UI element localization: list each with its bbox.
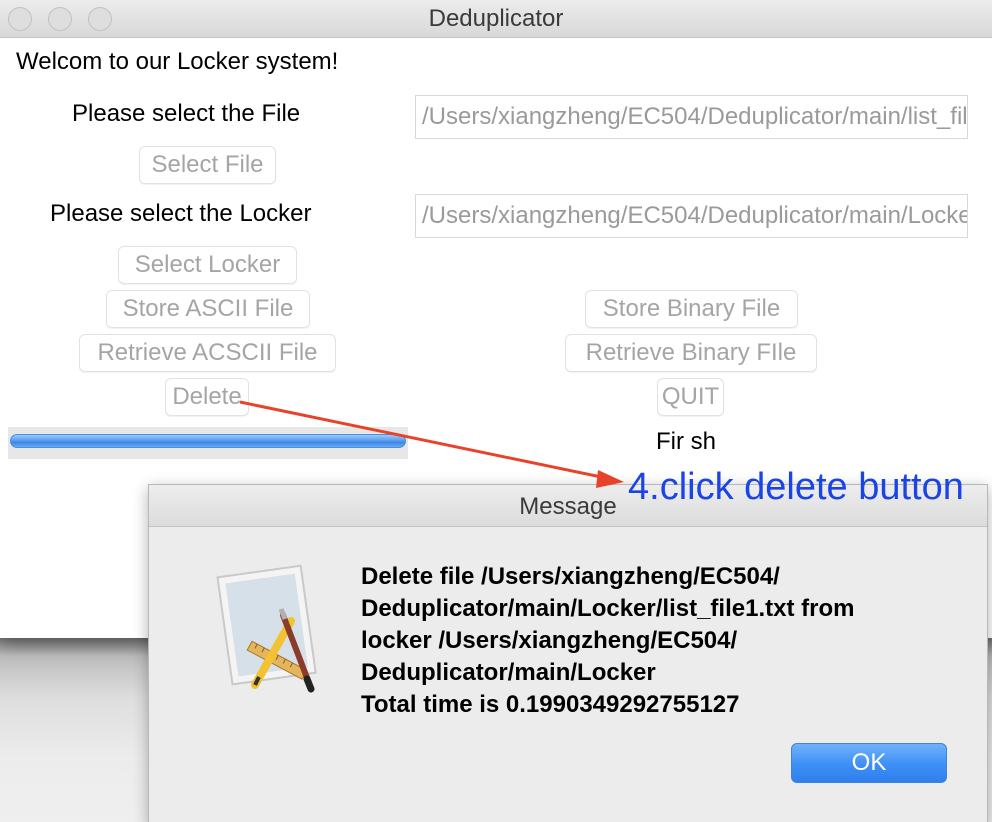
ok-button[interactable]: OK	[791, 743, 947, 783]
welcome-text: Welcom to our Locker system!	[16, 48, 339, 75]
dialog-message: Delete file /Users/xiangzheng/EC504/ Ded…	[361, 561, 961, 721]
title-bar[interactable]: Deduplicator	[0, 0, 992, 38]
locker-prompt-label: Please select the Locker	[50, 200, 312, 227]
retrieve-ascii-button[interactable]: Retrieve ACSCII File	[79, 334, 336, 372]
screen: Deduplicator Welcom to our Locker system…	[0, 0, 992, 822]
app-icon	[216, 564, 317, 693]
locker-path-field[interactable]: /Users/xiangzheng/EC504/Deduplicator/mai…	[415, 194, 968, 238]
file-prompt-label: Please select the File	[72, 100, 301, 127]
select-locker-button[interactable]: Select Locker	[118, 246, 297, 284]
message-line: Total time is 0.1990349292755127	[361, 691, 740, 718]
store-ascii-button[interactable]: Store ASCII File	[106, 290, 310, 328]
window-title: Deduplicator	[428, 5, 564, 32]
delete-button[interactable]: Delete	[165, 378, 249, 416]
message-line: Delete file /Users/xiangzheng/EC504/	[361, 563, 780, 590]
select-file-button[interactable]: Select File	[139, 146, 276, 184]
message-line: Deduplicator/main/Locker/list_file1.txt …	[361, 595, 855, 622]
status-text: Fir sh	[656, 428, 716, 455]
progress-fill	[10, 434, 406, 448]
store-binary-button[interactable]: Store Binary File	[585, 290, 798, 328]
annotation-text: 4.click delete button	[628, 466, 964, 508]
message-line: locker /Users/xiangzheng/EC504/	[361, 627, 738, 654]
retrieve-binary-button[interactable]: Retrieve Binary FIle	[565, 334, 817, 372]
message-line: Deduplicator/main/Locker	[361, 659, 656, 686]
message-dialog: Message Delete file /Users/xiangzheng/EC…	[148, 484, 988, 822]
file-path-field[interactable]: /Users/xiangzheng/EC504/Deduplicator/mai…	[415, 95, 968, 139]
quit-button[interactable]: QUIT	[657, 378, 724, 416]
